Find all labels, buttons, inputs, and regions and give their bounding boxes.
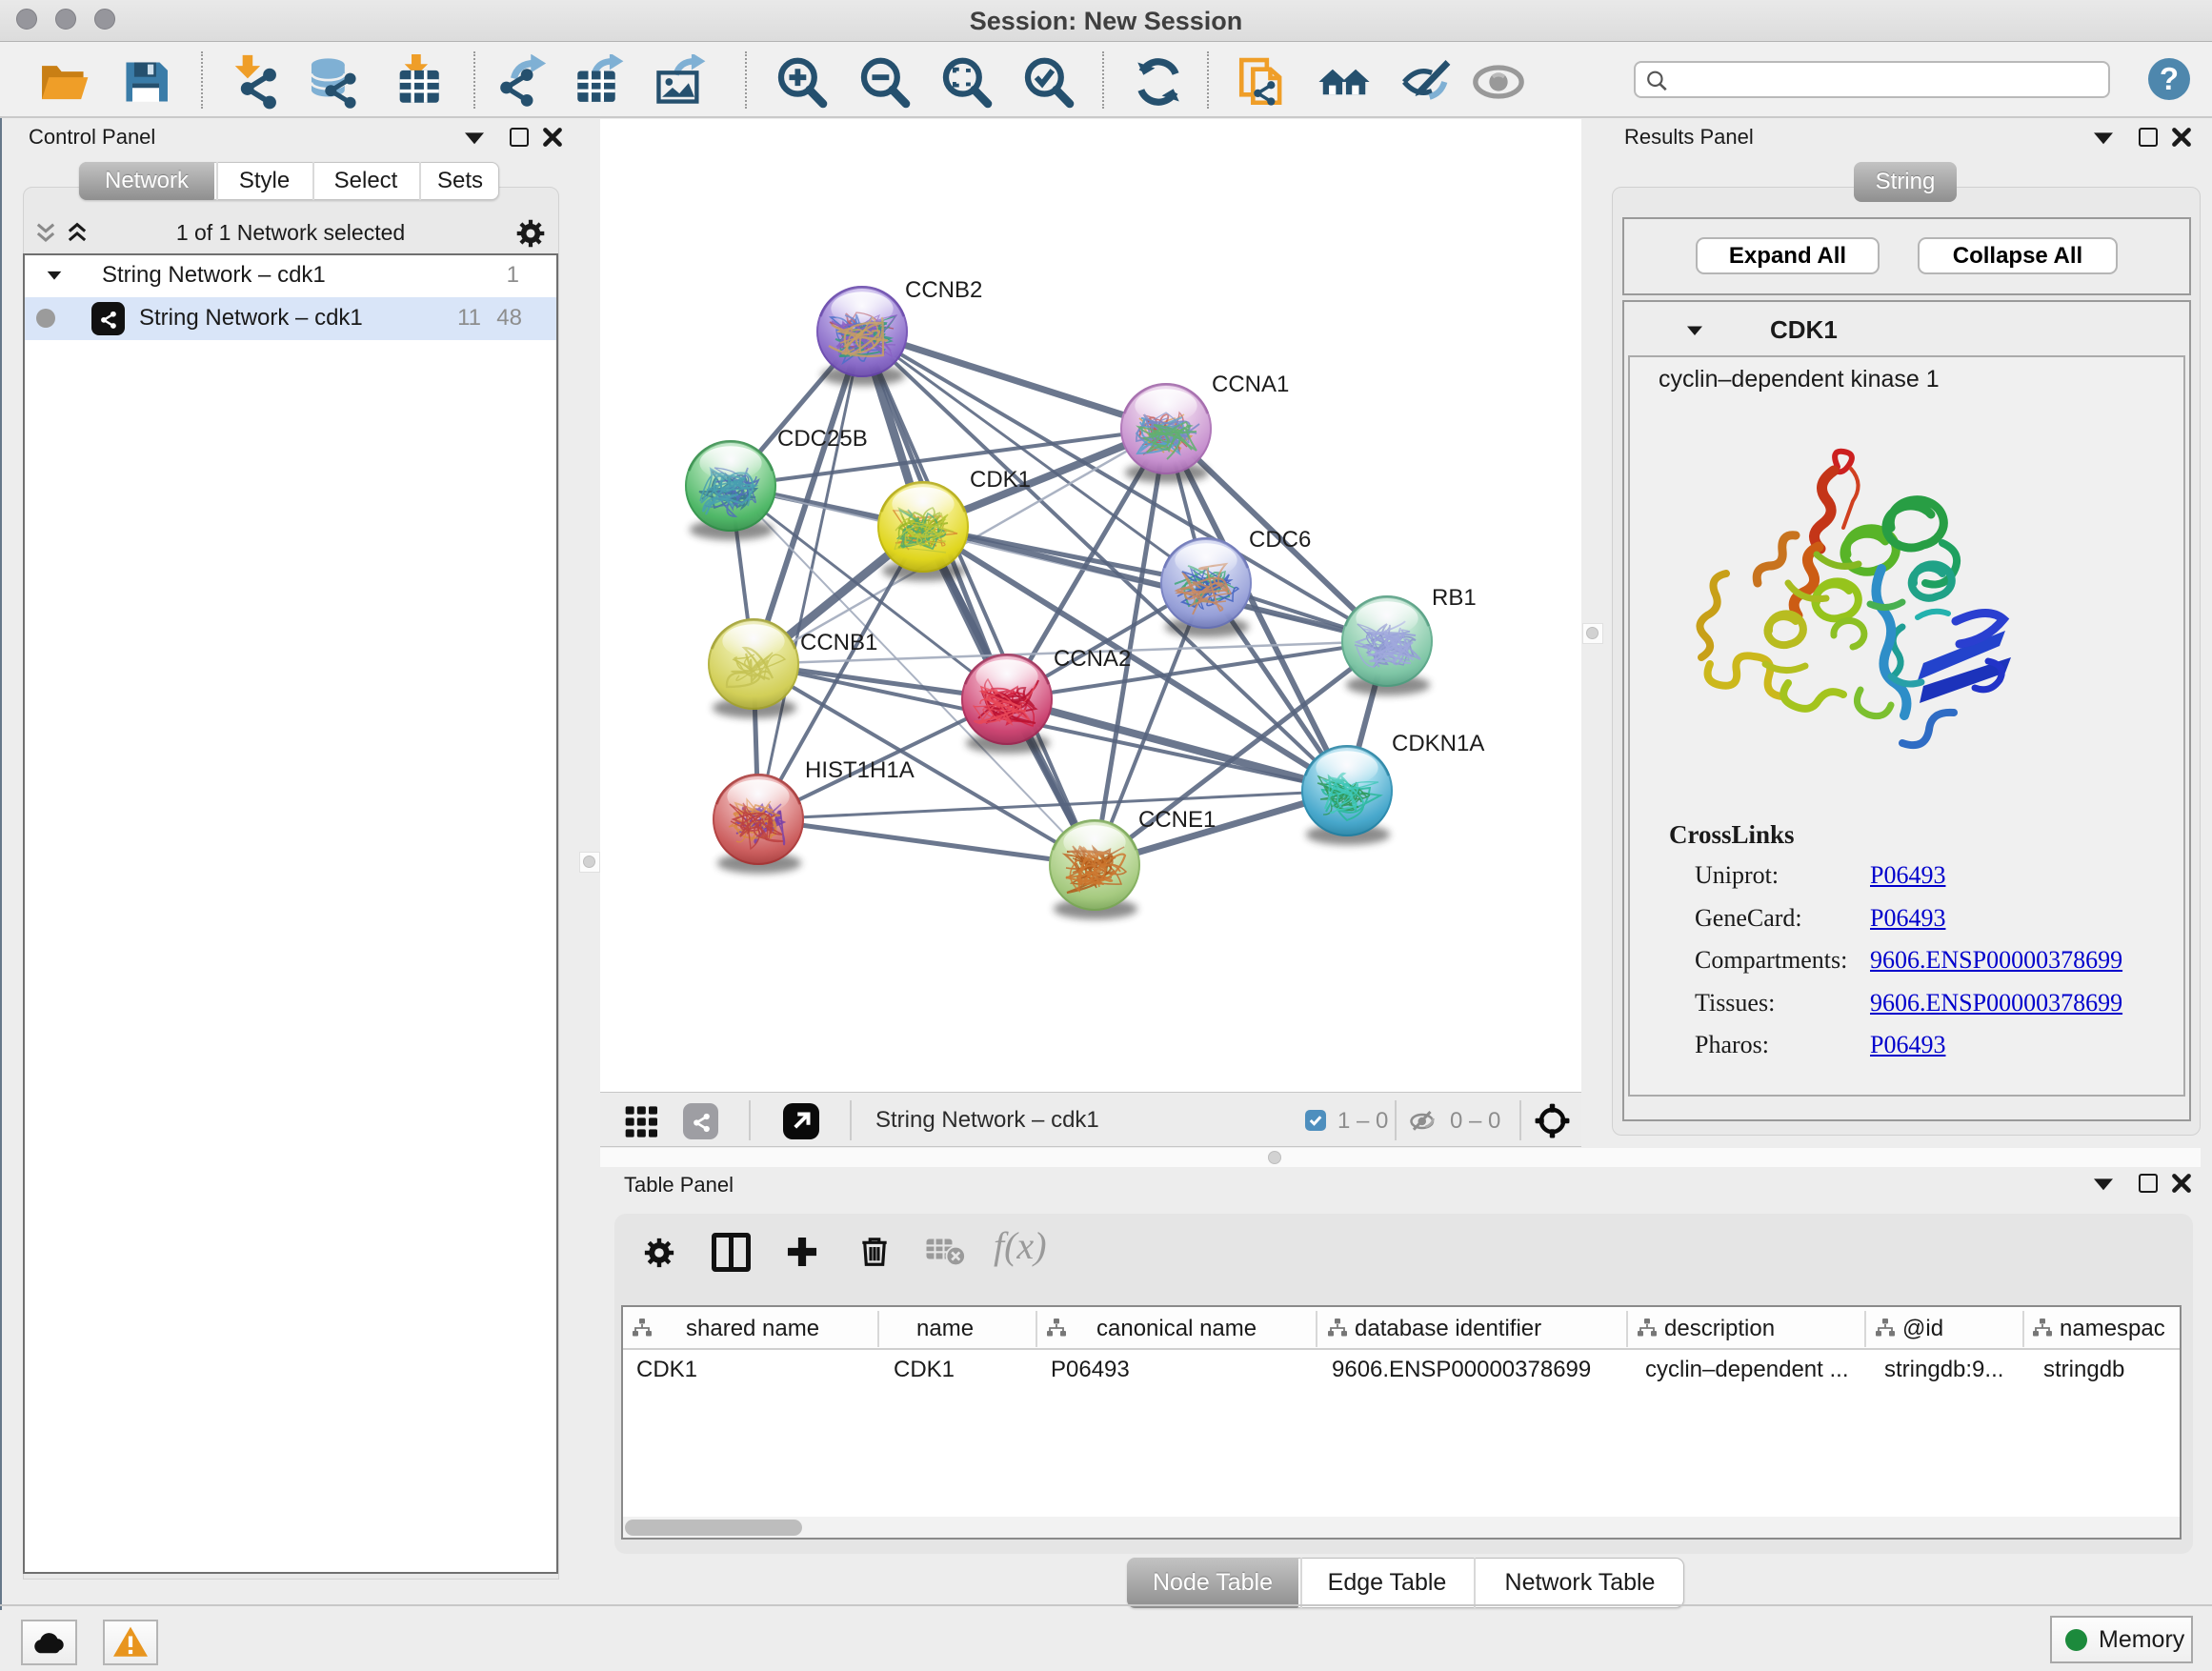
svg-text:CDC25B: CDC25B bbox=[777, 426, 868, 452]
svg-text:CDK1: CDK1 bbox=[970, 467, 1031, 493]
svg-text:RB1: RB1 bbox=[1432, 585, 1477, 611]
svg-text:CCNB1: CCNB1 bbox=[800, 630, 877, 655]
svg-text:CCNE1: CCNE1 bbox=[1138, 807, 1216, 833]
svg-text:CCNA1: CCNA1 bbox=[1212, 372, 1289, 397]
svg-text:CDC6: CDC6 bbox=[1249, 527, 1311, 553]
svg-text:CCNA2: CCNA2 bbox=[1054, 646, 1131, 672]
svg-text:HIST1H1A: HIST1H1A bbox=[805, 757, 915, 783]
svg-text:CCNB2: CCNB2 bbox=[905, 277, 982, 303]
svg-text:CDKN1A: CDKN1A bbox=[1392, 731, 1484, 756]
